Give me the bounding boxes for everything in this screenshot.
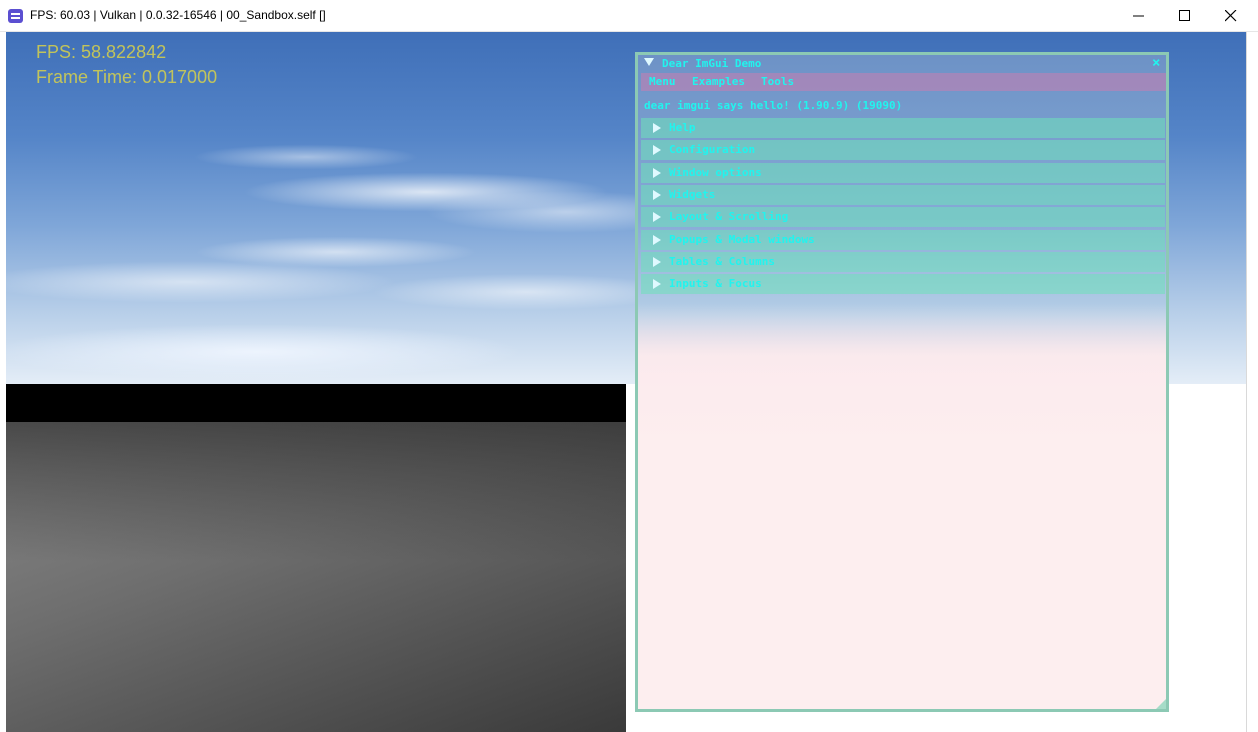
maximize-icon (1179, 10, 1190, 21)
header-label: Inputs & Focus (669, 277, 762, 290)
hello-text: dear imgui says hello! (1.90.9) (19090) (644, 99, 903, 112)
minimize-button[interactable] (1116, 0, 1162, 32)
close-icon (1225, 10, 1237, 22)
window-titlebar: FPS: 60.03 | Vulkan | 0.0.32-16546 | 00_… (0, 0, 1258, 32)
fps-readout: FPS: 58.822842 (36, 42, 167, 62)
maximize-button[interactable] (1162, 0, 1208, 32)
expand-arrow-icon (653, 257, 661, 267)
header-label: Tables & Columns (669, 255, 775, 268)
close-button[interactable] (1208, 0, 1254, 32)
desktop-edge (1246, 32, 1258, 732)
header-layout-scrolling[interactable]: Layout & Scrolling (641, 207, 1165, 227)
imgui-window-title: Dear ImGui Demo (662, 57, 762, 70)
header-label: Widgets (669, 188, 716, 201)
ground-plane (6, 422, 626, 732)
header-help[interactable]: Help (641, 118, 1165, 138)
expand-arrow-icon (653, 123, 661, 133)
header-tables-columns[interactable]: Tables & Columns (641, 252, 1165, 272)
header-configuration[interactable]: Configuration (641, 140, 1165, 160)
expand-arrow-icon (653, 279, 661, 289)
header-label: Configuration (669, 143, 756, 156)
imgui-titlebar[interactable]: Dear ImGui Demo × (638, 55, 1166, 73)
window-title: FPS: 60.03 | Vulkan | 0.0.32-16546 | 00_… (30, 8, 326, 22)
expand-arrow-icon (653, 145, 661, 155)
horizon-band (6, 384, 626, 422)
expand-arrow-icon (653, 235, 661, 245)
minimize-icon (1133, 15, 1144, 17)
imgui-demo-window[interactable]: Dear ImGui Demo × Menu Examples Tools de… (635, 52, 1169, 712)
header-label: Window options (669, 166, 762, 179)
header-widgets[interactable]: Widgets (641, 185, 1165, 205)
header-window-options[interactable]: Window options (641, 163, 1165, 183)
expand-arrow-icon (653, 212, 661, 222)
imgui-menubar: Menu Examples Tools (641, 73, 1166, 91)
header-popups-modal[interactable]: Popups & Modal windows (641, 230, 1165, 250)
header-inputs-focus[interactable]: Inputs & Focus (641, 274, 1165, 294)
imgui-close-icon[interactable]: × (1152, 55, 1160, 71)
header-label: Popups & Modal windows (669, 233, 815, 246)
stats-overlay: FPS: 58.822842 Frame Time: 0.017000 (36, 40, 217, 90)
collapse-arrow-icon[interactable] (644, 58, 654, 66)
frame-time-readout: Frame Time: 0.017000 (36, 67, 218, 87)
app-icon (8, 9, 23, 23)
expand-arrow-icon (653, 190, 661, 200)
menu-item-examples[interactable]: Examples (692, 75, 745, 88)
resize-grip[interactable] (1156, 699, 1166, 709)
header-label: Layout & Scrolling (669, 210, 789, 223)
menu-item-menu[interactable]: Menu (649, 75, 676, 88)
menu-item-tools[interactable]: Tools (761, 75, 794, 88)
header-label: Help (669, 121, 696, 134)
expand-arrow-icon (653, 168, 661, 178)
